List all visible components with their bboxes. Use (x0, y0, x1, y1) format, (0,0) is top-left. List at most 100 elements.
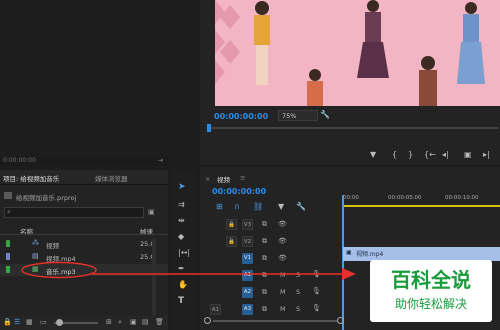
ruler-label: 00:00:10:00 (445, 195, 479, 201)
track-select-tool-icon[interactable]: ⇉ (178, 200, 185, 209)
settings-wrench-icon[interactable]: 🔧 (296, 202, 306, 211)
playhead-bar[interactable] (208, 127, 498, 129)
list-item[interactable]: ⁂ 视频 25.0 (0, 238, 168, 250)
ruler-label: 00:00:05:00 (388, 195, 422, 201)
annotation-ellipse (21, 261, 97, 279)
clip-fx-icon: ▣ (346, 249, 352, 256)
label-color (6, 253, 10, 260)
sync-lock-icon[interactable]: ⧉ (262, 237, 267, 246)
program-timecode[interactable]: 00:00:00:00 (214, 112, 268, 121)
timeline-tab[interactable]: 视频 (217, 174, 230, 184)
program-monitor: 00:00:00:00 75% 🔧 ▼ { } {← ◂| ▣ ▸| (200, 0, 500, 165)
new-bin-icon[interactable]: ▣ (148, 208, 155, 216)
step-forward-icon[interactable]: ▸| (483, 150, 490, 159)
icon-view-icon[interactable]: ▦ (26, 318, 33, 326)
track-id[interactable]: A3 (242, 304, 253, 315)
video-file-icon: ▤ (32, 252, 39, 260)
horizontal-scrollbar[interactable] (213, 320, 337, 322)
work-area-bar[interactable] (342, 205, 500, 207)
tab-media-browser[interactable]: 媒体浏览器 (95, 173, 128, 183)
eye-icon[interactable]: 👁 (278, 237, 287, 245)
track-lock-icon[interactable]: 🔒 (226, 236, 237, 247)
solo-button[interactable]: S (296, 305, 300, 313)
type-tool-icon[interactable]: T (178, 296, 184, 306)
video-frame (215, 0, 500, 106)
selection-tool-icon[interactable]: ➤ (178, 182, 186, 192)
ruler-label: 00:00 (343, 195, 359, 201)
mute-button[interactable]: M (280, 288, 286, 296)
video-frame-image (215, 0, 500, 106)
project-tab-bar: 项目: 给视频加音乐 媒体浏览器 (0, 170, 168, 185)
project-file-name: 给视频加音乐.prproj (16, 194, 77, 202)
playhead-marker[interactable] (207, 124, 211, 132)
menu-icon[interactable]: ≡ (240, 174, 245, 182)
step-back-icon[interactable]: ◂| (442, 150, 449, 159)
list-view-icon[interactable]: ☰ (14, 318, 20, 326)
nest-icon[interactable]: ⊞ (216, 202, 223, 211)
microphone-icon[interactable]: 🎙 (312, 304, 321, 312)
mark-out-icon[interactable]: } (408, 150, 413, 159)
automate-icon[interactable]: ⊞ (106, 318, 112, 326)
label-color (6, 266, 10, 273)
clip-label: 视频.mp4 (356, 251, 384, 258)
export-frame-icon[interactable]: ▣ (464, 150, 472, 159)
track-v2: 🔒 V2 ⧉ 👁 (200, 234, 340, 250)
find-icon[interactable]: ⌕ (118, 318, 122, 327)
close-icon[interactable]: × (205, 175, 210, 183)
source-label: A1 (211, 307, 220, 313)
project-toolbar: 🔒 ☰ ▦ ▭ ⊞ ⌕ ▣ ▤ 🗑 (0, 316, 168, 330)
sync-lock-icon[interactable]: ⧉ (262, 288, 267, 297)
search-input[interactable]: ⌕ (4, 207, 144, 218)
ripple-edit-tool-icon[interactable]: ⇹ (178, 216, 185, 225)
mark-in-icon[interactable]: { (392, 150, 397, 159)
scroll-handle-right[interactable] (337, 317, 344, 324)
source-strip: 0:00:00:00 ⇥ (0, 157, 170, 166)
search-icon: ⌕ (7, 208, 11, 216)
wrench-icon[interactable]: 🔧 (320, 110, 330, 119)
mute-button[interactable]: M (280, 305, 286, 313)
video-clip[interactable]: ▣ 视频.mp4 (343, 247, 500, 261)
export-icon[interactable]: ⇥ (158, 157, 163, 164)
annotation-arrow (92, 268, 356, 280)
razor-tool-icon[interactable]: ◆ (178, 232, 184, 241)
track-label: V1 (243, 255, 252, 261)
linked-selection-icon[interactable]: ⛓ (253, 202, 263, 211)
sync-lock-icon[interactable]: ⧉ (262, 305, 267, 314)
marker-icon[interactable]: ▼ (370, 150, 376, 159)
zoom-value: 75% (282, 112, 297, 120)
track-id[interactable]: V2 (242, 236, 253, 247)
trash-icon[interactable]: 🗑 (155, 318, 164, 326)
watermark-logo: 百科全说 助你轻松解决 (370, 260, 492, 322)
eye-icon[interactable]: 👁 (278, 220, 287, 228)
new-bin-button-icon[interactable]: ▣ (130, 318, 137, 326)
snap-icon[interactable]: ∩ (234, 202, 240, 211)
time-ruler[interactable]: 00:00 00:00:05:00 00:00:10:00 (342, 195, 500, 209)
track-label: V3 (243, 222, 252, 228)
track-label: V2 (243, 239, 252, 245)
slip-tool-icon[interactable]: |↔| (178, 248, 190, 257)
microphone-icon[interactable]: 🎙 (312, 287, 321, 295)
watermark-subtitle: 助你轻松解决 (394, 297, 467, 311)
source-patch[interactable]: A1 (210, 304, 221, 315)
track-id[interactable]: V3 (242, 219, 253, 230)
solo-button[interactable]: S (296, 288, 300, 296)
zoom-slider-thumb[interactable] (56, 319, 63, 326)
item-name: 视频 (46, 242, 59, 250)
track-lock-icon[interactable]: 🔒 (226, 219, 237, 230)
tab-project[interactable]: 项目: 给视频加音乐 (3, 173, 59, 183)
track-a3: A1 A3 ⧉ M S 🎙 (200, 302, 340, 318)
scroll-handle-left[interactable] (204, 317, 211, 324)
go-to-in-icon[interactable]: {← (424, 150, 436, 159)
add-marker-icon[interactable]: ▼ (278, 202, 284, 211)
project-panel: 项目: 给视频加音乐 媒体浏览器 给视频加音乐.prproj ⌕ ▣ 名称 帧速… (0, 170, 168, 330)
folder-icon (4, 192, 12, 199)
timeline-timecode[interactable]: 00:00:00:00 (212, 187, 266, 196)
zoom-select[interactable]: 75% (278, 110, 318, 121)
lock-icon[interactable]: 🔒 (3, 318, 12, 326)
track-id[interactable]: A2 (242, 287, 253, 298)
eye-icon[interactable]: 👁 (278, 254, 287, 262)
label-color (6, 240, 10, 247)
new-item-icon[interactable]: ▤ (142, 318, 149, 326)
freeform-view-icon[interactable]: ▭ (40, 318, 47, 326)
sync-lock-icon[interactable]: ⧉ (262, 220, 267, 229)
